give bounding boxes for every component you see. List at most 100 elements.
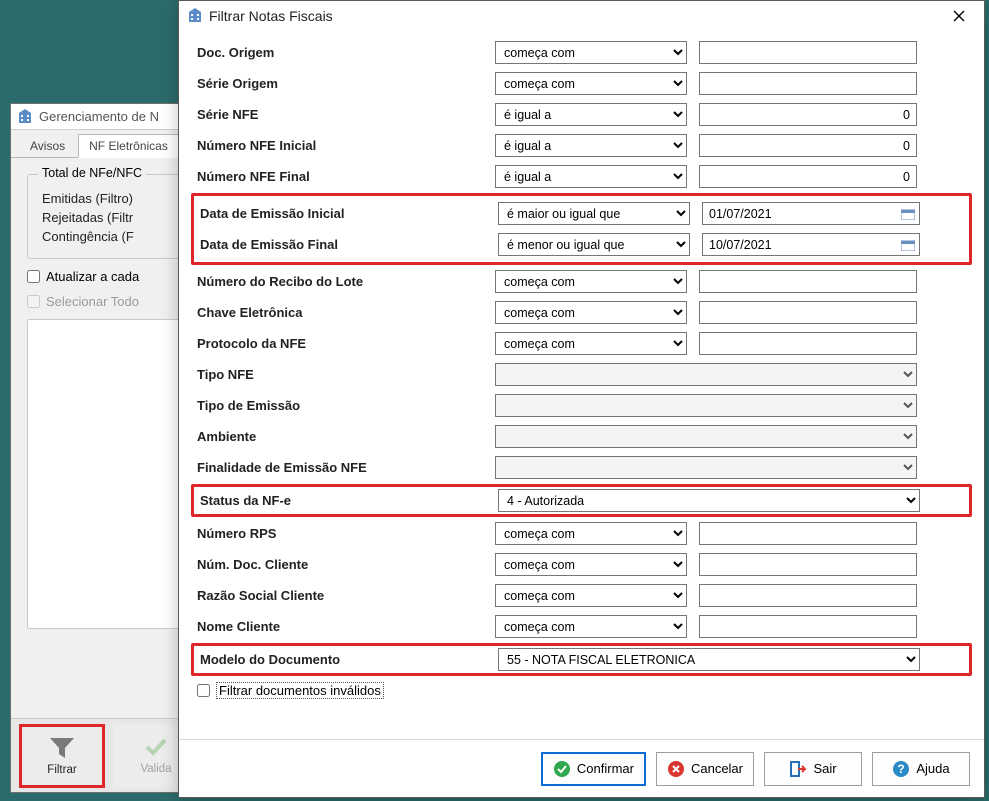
op-serie-origem[interactable]: começa com: [495, 72, 687, 95]
row-chave: Chave Eletrônica começa com: [191, 297, 972, 328]
op-num-nfe-ini[interactable]: é igual a: [495, 134, 687, 157]
input-serie-origem[interactable]: [699, 72, 917, 95]
op-chave[interactable]: começa com: [495, 301, 687, 324]
exit-button[interactable]: Sair: [764, 752, 862, 786]
op-num-rps[interactable]: começa com: [495, 522, 687, 545]
row-status: Status da NF-e 4 - Autorizada: [191, 484, 972, 517]
input-num-recibo[interactable]: [699, 270, 917, 293]
input-razao[interactable]: [699, 584, 917, 607]
calendar-icon-ini[interactable]: [900, 207, 916, 221]
input-serie-nfe[interactable]: [699, 103, 917, 126]
tab-avisos[interactable]: Avisos: [19, 134, 76, 157]
op-protocolo[interactable]: começa com: [495, 332, 687, 355]
row-num-nfe-ini: Número NFE Inicial é igual a: [191, 130, 972, 161]
toolbar-filtrar-button[interactable]: Filtrar: [19, 724, 105, 788]
checkbox-selecionar-label: Selecionar Todo: [46, 294, 139, 309]
label-filtrar-invalidos[interactable]: Filtrar documentos inválidos: [216, 682, 384, 699]
input-data-emi-ini[interactable]: [702, 202, 920, 225]
input-num-rps[interactable]: [699, 522, 917, 545]
cancel-label: Cancelar: [691, 761, 743, 776]
op-nome[interactable]: começa com: [495, 615, 687, 638]
op-razao[interactable]: começa com: [495, 584, 687, 607]
select-modelo[interactable]: 55 - NOTA FISCAL ELETRONICA: [498, 648, 920, 671]
tab-nf-eletronicas[interactable]: NF Eletrônicas: [78, 134, 179, 158]
checkbox-atualizar-label: Atualizar a cada: [46, 269, 139, 284]
row-num-recibo: Número do Recibo do Lote começa com: [191, 266, 972, 297]
op-num-nfe-fin[interactable]: é igual a: [495, 165, 687, 188]
label-razao: Razão Social Cliente: [195, 588, 495, 603]
dialog-title: Filtrar Notas Fiscais: [209, 8, 333, 24]
label-num-nfe-fin: Número NFE Final: [195, 169, 495, 184]
input-num-doc-cli[interactable]: [699, 553, 917, 576]
input-nome[interactable]: [699, 615, 917, 638]
svg-text:?: ?: [898, 762, 905, 776]
confirm-label: Confirmar: [577, 761, 634, 776]
exit-label: Sair: [813, 761, 836, 776]
label-tipo-emissao: Tipo de Emissão: [195, 398, 495, 413]
input-doc-origem[interactable]: [699, 41, 917, 64]
checkbox-filtrar-invalidos[interactable]: [197, 684, 210, 697]
select-ambiente[interactable]: [495, 425, 917, 448]
dialog-footer: Confirmar Cancelar Sair ? Ajuda: [179, 739, 984, 797]
label-doc-origem: Doc. Origem: [195, 45, 495, 60]
input-chave[interactable]: [699, 301, 917, 324]
select-status[interactable]: 4 - Autorizada: [498, 489, 920, 512]
row-filtrar-invalidos: Filtrar documentos inválidos: [197, 682, 972, 699]
label-serie-nfe: Série NFE: [195, 107, 495, 122]
label-num-nfe-ini: Número NFE Inicial: [195, 138, 495, 153]
input-protocolo[interactable]: [699, 332, 917, 355]
op-serie-nfe[interactable]: é igual a: [495, 103, 687, 126]
op-num-recibo[interactable]: começa com: [495, 270, 687, 293]
calendar-icon-fin[interactable]: [900, 238, 916, 252]
input-num-nfe-fin[interactable]: [699, 165, 917, 188]
dialog-title-bar: Filtrar Notas Fiscais: [179, 1, 984, 31]
label-tipo-nfe: Tipo NFE: [195, 367, 495, 382]
row-tipo-emissao: Tipo de Emissão: [191, 390, 972, 421]
help-button[interactable]: ? Ajuda: [872, 752, 970, 786]
confirm-icon: [553, 760, 571, 778]
label-ambiente: Ambiente: [195, 429, 495, 444]
row-finalidade: Finalidade de Emissão NFE: [191, 452, 972, 483]
row-tipo-nfe: Tipo NFE: [191, 359, 972, 390]
row-num-rps: Número RPS começa com: [191, 518, 972, 549]
row-num-nfe-fin: Número NFE Final é igual a: [191, 161, 972, 192]
row-doc-origem: Doc. Origem começa com: [191, 37, 972, 68]
row-serie-origem: Série Origem começa com: [191, 68, 972, 99]
checkbox-selecionar: [27, 295, 40, 308]
row-ambiente: Ambiente: [191, 421, 972, 452]
cancel-button[interactable]: Cancelar: [656, 752, 754, 786]
help-label: Ajuda: [916, 761, 949, 776]
label-protocolo: Protocolo da NFE: [195, 336, 495, 351]
op-data-emi-fin[interactable]: é menor ou igual que: [498, 233, 690, 256]
highlight-date-range: Data de Emissão Inicial é maior ou igual…: [191, 193, 972, 265]
row-nome: Nome Cliente começa com: [191, 611, 972, 642]
row-serie-nfe: Série NFE é igual a: [191, 99, 972, 130]
checkbox-atualizar[interactable]: [27, 270, 40, 283]
help-icon: ?: [892, 760, 910, 778]
confirm-button[interactable]: Confirmar: [541, 752, 646, 786]
op-num-doc-cli[interactable]: começa com: [495, 553, 687, 576]
op-doc-origem[interactable]: começa com: [495, 41, 687, 64]
dialog-close-button[interactable]: [942, 5, 976, 27]
row-num-doc-cli: Núm. Doc. Cliente começa com: [191, 549, 972, 580]
totals-group-title: Total de NFe/NFC: [38, 166, 146, 180]
select-tipo-nfe[interactable]: [495, 363, 917, 386]
select-finalidade[interactable]: [495, 456, 917, 479]
checkmark-icon: [144, 736, 168, 759]
row-modelo: Modelo do Documento 55 - NOTA FISCAL ELE…: [191, 643, 972, 676]
label-status: Status da NF-e: [198, 493, 498, 508]
label-data-emi-ini: Data de Emissão Inicial: [198, 206, 498, 221]
op-data-emi-ini[interactable]: é maior ou igual que: [498, 202, 690, 225]
label-data-emi-fin: Data de Emissão Final: [198, 237, 498, 252]
label-serie-origem: Série Origem: [195, 76, 495, 91]
dialog-icon: [187, 8, 203, 24]
exit-icon: [789, 760, 807, 778]
input-data-emi-fin[interactable]: [702, 233, 920, 256]
funnel-icon: [48, 736, 76, 760]
filter-dialog: Filtrar Notas Fiscais Doc. Origem começa…: [178, 0, 985, 798]
app-icon: [17, 109, 33, 125]
select-tipo-emissao[interactable]: [495, 394, 917, 417]
input-num-nfe-ini[interactable]: [699, 134, 917, 157]
toolbar-filtrar-label: Filtrar: [47, 764, 76, 776]
row-data-emi-ini: Data de Emissão Inicial é maior ou igual…: [194, 198, 969, 229]
